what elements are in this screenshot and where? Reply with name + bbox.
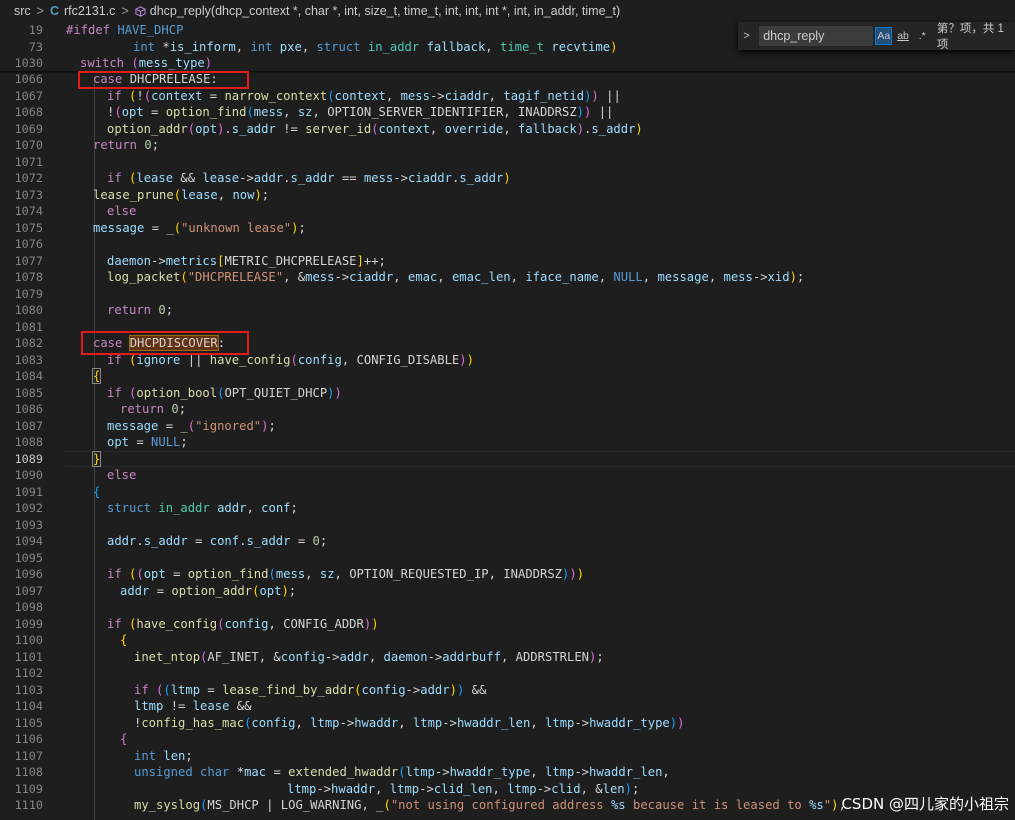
match-whole-word-toggle[interactable]: ab: [894, 27, 911, 45]
c-file-icon: C: [49, 4, 60, 18]
annotation-box-dhcpdiscover: [81, 331, 249, 355]
code-line[interactable]: 1074 else: [0, 203, 1015, 220]
chevron-right-icon[interactable]: >: [738, 30, 755, 42]
chevron-right-icon: >: [121, 4, 129, 18]
code-line[interactable]: 1086 return 0;: [0, 401, 1015, 418]
code-line[interactable]: 1105 !config_has_mac(config, ltmp->hwaddr…: [0, 715, 1015, 732]
method-icon: [135, 5, 146, 17]
code-line[interactable]: 1077 daemon->metrics[METRIC_DHCPRELEASE]+…: [0, 253, 1015, 270]
code-line[interactable]: 1102: [0, 665, 1015, 682]
code-line[interactable]: 1070 return 0;: [0, 137, 1015, 154]
code-line[interactable]: 1087 message = _("ignored");: [0, 418, 1015, 435]
code-line[interactable]: 1091{: [0, 484, 1015, 501]
code-line[interactable]: 1069 option_addr(opt).s_addr != server_id…: [0, 121, 1015, 138]
code-line[interactable]: 1089}: [0, 450, 1015, 467]
breadcrumb-file[interactable]: rfc2131.c: [64, 4, 115, 18]
code-line[interactable]: 1071: [0, 154, 1015, 171]
code-line[interactable]: 1093: [0, 517, 1015, 534]
code-line[interactable]: 1104 ltmp != lease &&: [0, 698, 1015, 715]
current-line-highlight: [66, 450, 1015, 467]
sticky-line[interactable]: 1030 switch (mess_type): [0, 55, 1015, 72]
code-line[interactable]: 1101 inet_ntop(AF_INET, &config->addr, da…: [0, 649, 1015, 666]
find-widget: > Aa ab .* 第？项，共 1 项: [738, 22, 1015, 51]
code-line[interactable]: 1079: [0, 286, 1015, 303]
code-line[interactable]: 1090 else: [0, 467, 1015, 484]
code-line[interactable]: 1073 lease_prune(lease, now);: [0, 187, 1015, 204]
chevron-right-icon: >: [36, 4, 44, 18]
code-line[interactable]: 1099 if (have_config(config, CONFIG_ADDR)…: [0, 616, 1015, 633]
code-line[interactable]: 1068 !(opt = option_find(mess, sz, OPTION…: [0, 104, 1015, 121]
code-line[interactable]: 1100{: [0, 632, 1015, 649]
match-case-toggle[interactable]: Aa: [875, 27, 893, 45]
code-line[interactable]: 1106{: [0, 731, 1015, 748]
regex-toggle[interactable]: .*: [914, 27, 931, 45]
find-input[interactable]: [759, 26, 874, 46]
code-line[interactable]: 1096 if ((opt = option_find(mess, sz, OPT…: [0, 566, 1015, 583]
code-line[interactable]: 1097 addr = option_addr(opt);: [0, 583, 1015, 600]
code-line[interactable]: 1080 return 0;: [0, 302, 1015, 319]
code-line[interactable]: 1107 int len;: [0, 748, 1015, 765]
code-line[interactable]: 1075 message = _("unknown lease");: [0, 220, 1015, 237]
breadcrumb-folder[interactable]: src: [14, 4, 31, 18]
code-line[interactable]: 1067 if (!(context = narrow_context(conte…: [0, 88, 1015, 105]
code-line[interactable]: 1088 opt = NULL;: [0, 434, 1015, 451]
code-line[interactable]: 1098: [0, 599, 1015, 616]
code-line[interactable]: 1092 struct in_addr addr, conf;: [0, 500, 1015, 517]
watermark: CSDN @四儿家的小祖宗: [841, 795, 1009, 813]
code-line[interactable]: 1103 if ((ltmp = lease_find_by_addr(confi…: [0, 682, 1015, 699]
code-line[interactable]: 1108 unsigned char *mac = extended_hwaddr…: [0, 764, 1015, 781]
annotation-box-dhcprelease: [78, 71, 249, 89]
code-line[interactable]: 1072 if (lease && lease->addr.s_addr == m…: [0, 170, 1015, 187]
code-line[interactable]: 1094 addr.s_addr = conf.s_addr = 0;: [0, 533, 1015, 550]
code-line[interactable]: 1084{: [0, 368, 1015, 385]
code-line[interactable]: 1085 if (option_bool(OPT_QUIET_DHCP)): [0, 385, 1015, 402]
code-line[interactable]: 1078 log_packet("DHCPRELEASE", &mess->cia…: [0, 269, 1015, 286]
code-line[interactable]: 1076: [0, 236, 1015, 253]
breadcrumb: src > C rfc2131.c > dhcp_reply(dhcp_cont…: [0, 0, 1015, 22]
code-line[interactable]: 1095: [0, 550, 1015, 567]
find-result-count: 第？项，共 1 项: [936, 23, 1004, 51]
breadcrumb-symbol[interactable]: dhcp_reply(dhcp_context *, char *, int, …: [150, 4, 620, 18]
